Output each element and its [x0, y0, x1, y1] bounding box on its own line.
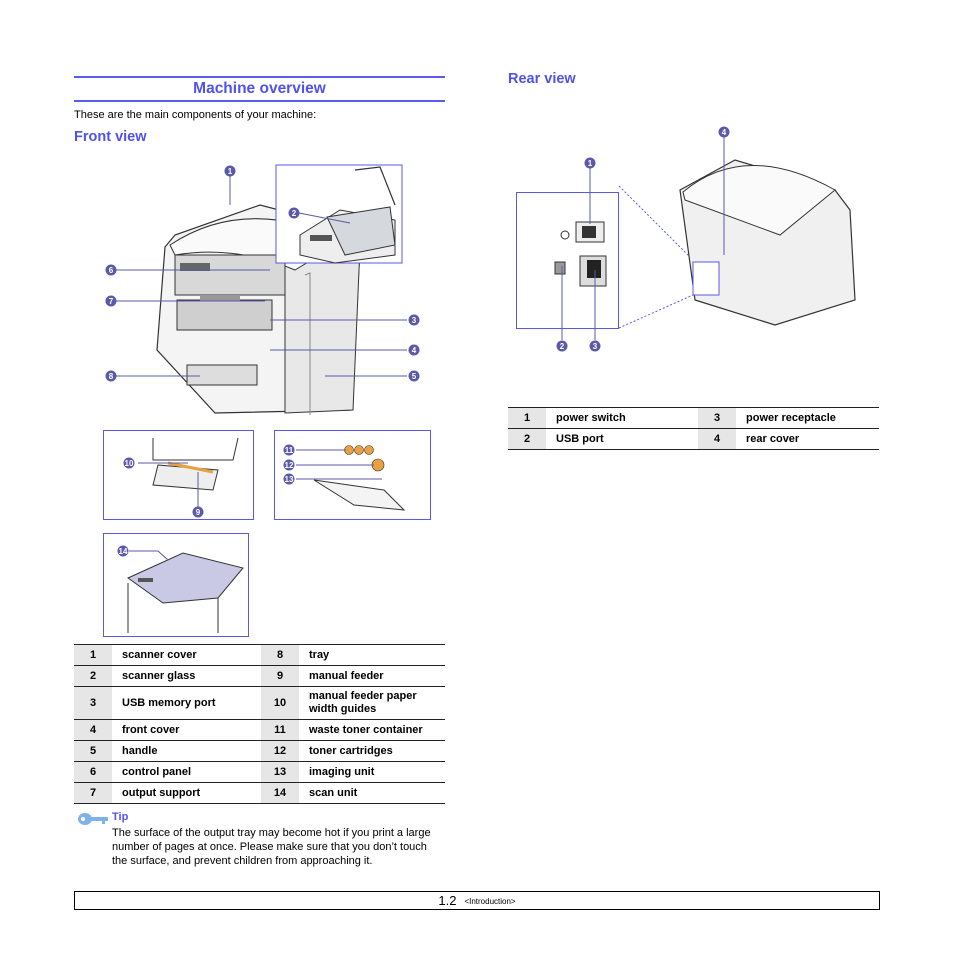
part-number: 3	[74, 686, 112, 720]
svg-text:11: 11	[285, 446, 294, 455]
part-number: 4	[74, 719, 112, 741]
table-row: 1 scanner cover 8 tray	[74, 644, 445, 666]
part-label: scanner cover	[112, 644, 261, 666]
manual-page: Machine overview These are the main comp…	[0, 0, 954, 954]
table-row: 4 front cover 11 waste toner container	[74, 719, 445, 741]
part-number: 4	[698, 428, 736, 450]
part-number: 13	[261, 761, 299, 783]
table-row: 1 power switch 3 power receptacle	[508, 407, 879, 429]
svg-text:8: 8	[109, 372, 114, 381]
part-label: manual feeder	[299, 665, 445, 687]
part-number: 1	[508, 407, 546, 429]
part-label: USB memory port	[112, 686, 261, 720]
svg-text:5: 5	[412, 372, 417, 381]
svg-text:9: 9	[196, 508, 201, 517]
part-label: imaging unit	[299, 761, 445, 783]
front-view-heading: Front view	[74, 129, 147, 145]
svg-text:12: 12	[285, 461, 294, 470]
part-label: front cover	[112, 719, 261, 741]
part-number: 6	[74, 761, 112, 783]
tip-text: The surface of the output tray may becom…	[112, 827, 431, 867]
svg-text:6: 6	[109, 266, 114, 275]
svg-text:2: 2	[560, 342, 565, 351]
part-label: control panel	[112, 761, 261, 783]
svg-text:7: 7	[109, 297, 114, 306]
page-title: Machine overview	[74, 76, 445, 102]
part-number: 2	[508, 428, 546, 450]
svg-text:3: 3	[593, 342, 598, 351]
part-label: handle	[112, 740, 261, 762]
table-row: 3 USB memory port 10 manual feeder paper wi…	[74, 686, 445, 720]
part-number: 3	[698, 407, 736, 429]
page-number: 1.2	[438, 893, 457, 908]
table-row: 2 scanner glass 9 manual feeder	[74, 665, 445, 687]
svg-text:1: 1	[228, 167, 233, 176]
part-label: USB port	[546, 428, 698, 450]
part-label: power receptacle	[736, 407, 879, 429]
part-number: 10	[261, 686, 299, 720]
svg-text:2: 2	[292, 209, 297, 218]
part-number: 5	[74, 740, 112, 762]
part-label: waste toner container	[299, 719, 445, 741]
part-number: 9	[261, 665, 299, 687]
part-number: 12	[261, 740, 299, 762]
manual-feeder-inset: 10 9	[103, 430, 254, 520]
scan-unit-inset: 14	[103, 533, 249, 637]
rear-view-heading: Rear view	[508, 71, 576, 87]
part-label: rear cover	[736, 428, 879, 450]
rear-view-illustration: 1 2 3 4	[516, 126, 856, 352]
rear-parts-table: 1 power switch 3 power receptacle 2 USB port 4…	[508, 407, 879, 450]
front-parts-table: 1 scanner cover 8 tray 2 scanner glass 9 manual…	[74, 644, 445, 804]
svg-text:4: 4	[412, 346, 417, 355]
table-row: 5 handle 12 toner cartridges	[74, 740, 445, 762]
part-label: toner cartridges	[299, 740, 445, 762]
svg-text:3: 3	[412, 316, 417, 325]
table-row: 7 output support 14 scan unit	[74, 782, 445, 804]
section-name: <Introduction>	[464, 897, 516, 906]
part-number: 2	[74, 665, 112, 687]
part-number: 11	[261, 719, 299, 741]
table-row: 2 USB port 4 rear cover	[508, 428, 879, 450]
part-number: 7	[74, 782, 112, 804]
front-view-illustration: 1 2 3 4 5 6 7 8	[105, 164, 420, 415]
part-number: 8	[261, 644, 299, 666]
toner-inset: 11 12 13	[274, 430, 431, 520]
svg-text:13: 13	[285, 475, 294, 484]
part-label: power switch	[546, 407, 698, 429]
svg-text:4: 4	[722, 128, 727, 137]
part-label: scan unit	[299, 782, 445, 804]
svg-text:14: 14	[119, 547, 128, 556]
part-label: output support	[112, 782, 261, 804]
intro-text: These are the main components of your ma…	[74, 109, 317, 121]
page-footer: 1.2 <Introduction>	[74, 891, 880, 910]
part-label: scanner glass	[112, 665, 261, 687]
part-label: tray	[299, 644, 445, 666]
svg-text:1: 1	[588, 159, 593, 168]
svg-text:10: 10	[125, 459, 134, 468]
part-number: 14	[261, 782, 299, 804]
table-row: 6 control panel 13 imaging unit	[74, 761, 445, 783]
part-number: 1	[74, 644, 112, 666]
tip-title: Tip	[112, 811, 129, 823]
part-label: manual feeder paper width guides	[299, 686, 445, 720]
key-icon	[78, 813, 108, 825]
